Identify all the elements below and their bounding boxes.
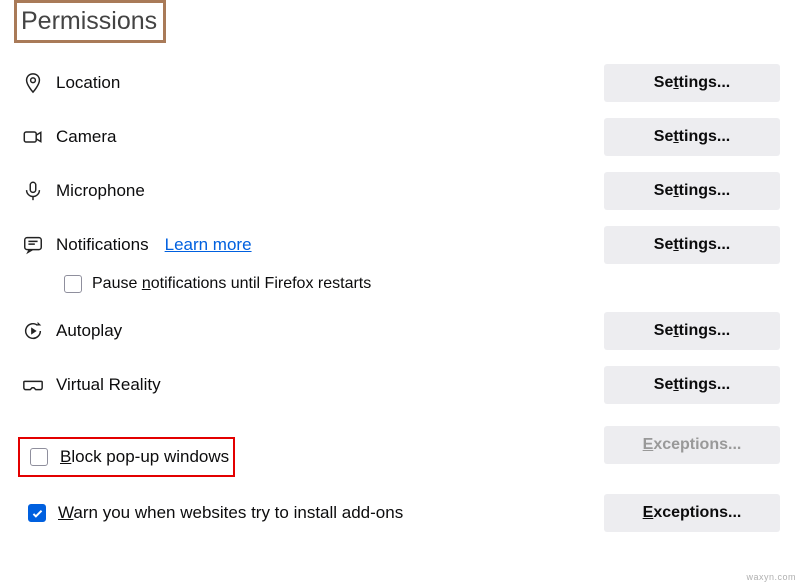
camera-settings-button[interactable]: Settings... [604,118,780,156]
autoplay-settings-button[interactable]: Settings... [604,312,780,350]
warn-addons-row: Warn you when websites try to install ad… [14,491,780,535]
notifications-learn-more-link[interactable]: Learn more [165,235,252,255]
autoplay-label: Autoplay [56,321,122,341]
block-popups-checkbox[interactable] [30,448,48,466]
camera-label: Camera [56,127,116,147]
vr-label: Virtual Reality [56,375,161,395]
microphone-settings-button[interactable]: Settings... [604,172,780,210]
permission-row-notifications: Notifications Learn more Settings... [14,223,780,267]
location-settings-button[interactable]: Settings... [604,64,780,102]
warn-addons-label: Warn you when websites try to install ad… [58,503,403,523]
pause-notifications-label: Pause notifications until Firefox restar… [92,275,371,293]
microphone-label: Microphone [56,181,145,201]
notifications-icon [22,234,44,256]
location-icon [22,72,44,94]
location-label: Location [56,73,120,93]
block-popups-highlight: Block pop-up windows [18,437,235,477]
permissions-heading-highlight: Permissions [14,0,166,43]
notifications-settings-button[interactable]: Settings... [604,226,780,264]
vr-icon [22,374,44,396]
permission-row-location: Location Settings... [14,61,780,105]
page-title: Permissions [17,3,163,40]
permission-row-vr: Virtual Reality Settings... [14,363,780,407]
autoplay-icon [22,320,44,342]
pause-notifications-row: Pause notifications until Firefox restar… [14,275,780,293]
block-popups-label: Block pop-up windows [60,447,229,467]
permission-row-autoplay: Autoplay Settings... [14,309,780,353]
camera-icon [22,126,44,148]
pause-notifications-checkbox[interactable] [64,275,82,293]
vr-settings-button[interactable]: Settings... [604,366,780,404]
permission-row-microphone: Microphone Settings... [14,169,780,213]
watermark: waxyn.com [746,572,796,582]
notifications-label: Notifications [56,235,149,255]
microphone-icon [22,180,44,202]
block-popups-exceptions-button[interactable]: Exceptions... [604,426,780,464]
block-popups-row: Block pop-up windows Exceptions... [14,413,780,477]
warn-addons-checkbox[interactable] [28,504,46,522]
warn-addons-exceptions-button[interactable]: Exceptions... [604,494,780,532]
permission-row-camera: Camera Settings... [14,115,780,159]
